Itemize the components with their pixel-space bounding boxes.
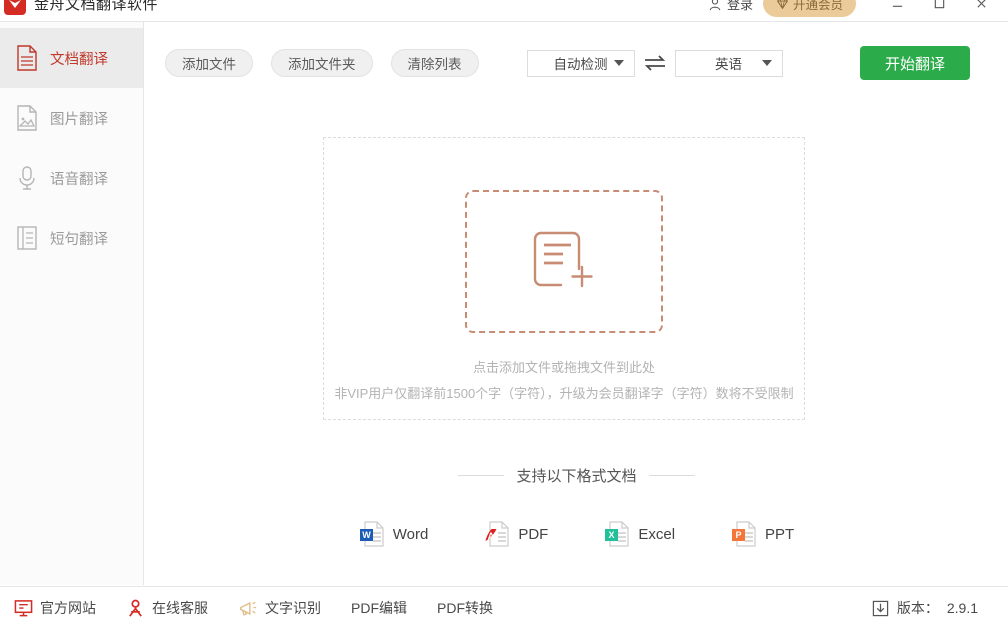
close-icon bbox=[976, 0, 986, 8]
supported-formats-label: 支持以下格式文档 bbox=[516, 468, 637, 485]
source-language-select[interactable]: 自动检测 bbox=[526, 49, 635, 77]
file-dropzone[interactable]: 点击添加文件或拖拽文件到此处 非VIP用户仅翻译前1500个字（字符），升级为会… bbox=[323, 137, 805, 420]
maximize-button[interactable] bbox=[918, 0, 960, 19]
dropzone-inner-target[interactable] bbox=[465, 190, 663, 333]
format-item-ppt: P PPT bbox=[731, 520, 794, 548]
sidebar-item-voice-translate[interactable]: 语音翻译 bbox=[0, 148, 143, 208]
status-item-label: PDF编辑 bbox=[351, 600, 407, 616]
add-folder-button[interactable]: 添加文件夹 bbox=[271, 49, 373, 77]
format-item-excel: X Excel bbox=[604, 520, 675, 548]
svg-text:P: P bbox=[736, 530, 742, 540]
chevron-down-icon bbox=[613, 60, 624, 66]
dropzone-hint-primary: 点击添加文件或拖拽文件到此处 bbox=[472, 360, 655, 375]
status-item-label: 在线客服 bbox=[152, 600, 208, 616]
megaphone-icon bbox=[240, 601, 257, 616]
toolbar: 添加文件 添加文件夹 清除列表 自动检测 英语 开始翻译 bbox=[145, 22, 1008, 104]
sidebar: 文档翻译 图片翻译 语音翻译 短句翻译 bbox=[0, 22, 144, 585]
sidebar-item-document-translate[interactable]: 文档翻译 bbox=[0, 28, 143, 88]
source-language-value: 自动检测 bbox=[553, 57, 608, 72]
format-name: PPT bbox=[765, 525, 795, 543]
sidebar-item-image-translate[interactable]: 图片翻译 bbox=[0, 88, 143, 148]
format-name: Word bbox=[392, 525, 429, 543]
format-item-pdf: A PDF bbox=[484, 520, 548, 548]
sidebar-item-label: 短句翻译 bbox=[50, 231, 108, 248]
text-lines-icon bbox=[17, 226, 37, 250]
document-icon bbox=[17, 45, 37, 71]
close-button[interactable] bbox=[960, 0, 1002, 19]
status-item-pdf-convert[interactable]: PDF转换 bbox=[437, 598, 493, 618]
format-name: PDF bbox=[518, 525, 549, 543]
rule-right bbox=[648, 475, 695, 476]
upgrade-vip-button[interactable]: 开通会员 bbox=[762, 0, 856, 17]
login-label: 登录 bbox=[726, 0, 753, 12]
format-name: Excel bbox=[638, 525, 676, 543]
rule-left bbox=[458, 475, 505, 476]
target-language-select[interactable]: 英语 bbox=[674, 49, 783, 77]
title-bar-right: 登录 开通会员 bbox=[708, 0, 1008, 19]
diamond-icon bbox=[776, 0, 788, 10]
clear-list-button[interactable]: 清除列表 bbox=[390, 49, 479, 77]
add-file-button[interactable]: 添加文件 bbox=[165, 49, 253, 77]
supported-formats-heading: 支持以下格式文档 bbox=[145, 465, 1008, 486]
target-language-value: 英语 bbox=[715, 57, 742, 72]
svg-text:X: X bbox=[609, 530, 615, 540]
status-bar: 官方网站 在线客服 文字识别 PDF编辑 PDF转换 版本： 2.9.1 bbox=[0, 586, 1008, 629]
download-icon bbox=[872, 600, 889, 616]
excel-file-icon: X bbox=[605, 521, 629, 547]
chevron-down-icon bbox=[761, 60, 772, 66]
status-item-official-website[interactable]: 官方网站 bbox=[14, 598, 96, 618]
ppt-file-icon: P bbox=[732, 521, 756, 547]
status-item-label: PDF转换 bbox=[437, 600, 493, 616]
word-file-icon: W bbox=[359, 521, 384, 547]
supported-formats-list: W Word A PDF X Excel P PPT bbox=[145, 520, 1008, 548]
sidebar-item-label: 文档翻译 bbox=[50, 51, 108, 68]
minimize-button[interactable] bbox=[876, 0, 918, 19]
logo-check-icon bbox=[9, 0, 21, 8]
upgrade-vip-label: 开通会员 bbox=[792, 0, 843, 12]
version-label: 版本： bbox=[896, 600, 939, 616]
login-button[interactable]: 登录 bbox=[708, 0, 753, 13]
status-item-pdf-edit[interactable]: PDF编辑 bbox=[351, 598, 407, 618]
sidebar-item-sentence-translate[interactable]: 短句翻译 bbox=[0, 208, 143, 268]
status-item-online-service[interactable]: 在线客服 bbox=[126, 598, 208, 618]
maximize-icon bbox=[934, 0, 944, 9]
status-item-text-recognition[interactable]: 文字识别 bbox=[238, 598, 321, 618]
monitor-icon bbox=[14, 599, 33, 616]
swap-horizontal-icon bbox=[644, 55, 665, 71]
microphone-icon bbox=[19, 166, 35, 190]
format-item-word: W Word bbox=[359, 520, 429, 548]
main-panel: 添加文件 添加文件夹 清除列表 自动检测 英语 开始翻译 点击添加文件或拖拽文件… bbox=[145, 22, 1008, 585]
start-translate-button[interactable]: 开始翻译 bbox=[860, 46, 970, 80]
sidebar-item-label: 语音翻译 bbox=[50, 171, 108, 188]
minimize-icon bbox=[892, 5, 902, 7]
svg-text:W: W bbox=[362, 530, 371, 540]
app-logo-icon bbox=[4, 0, 26, 15]
pdf-file-icon: A bbox=[485, 521, 509, 547]
app-title: 金舟文档翻译软件 bbox=[34, 0, 159, 13]
status-item-label: 官方网站 bbox=[40, 600, 96, 616]
user-icon bbox=[709, 0, 721, 10]
app-window: 金舟文档翻译软件 登录 开通会员 文档翻译 图片翻译 语音翻译 短句翻译 添加文… bbox=[0, 0, 1008, 629]
status-item-label: 文字识别 bbox=[265, 600, 321, 616]
swap-languages-button[interactable] bbox=[635, 55, 675, 71]
version-value: 2.9.1 bbox=[946, 600, 978, 616]
dropzone-hint-secondary: 非VIP用户仅翻译前1500个字（字符），升级为会员翻译字（字符）数将不受限制 bbox=[334, 386, 794, 401]
version-info[interactable]: 版本： 2.9.1 bbox=[872, 598, 978, 618]
sidebar-item-label: 图片翻译 bbox=[50, 111, 108, 128]
person-icon bbox=[129, 599, 142, 617]
image-icon bbox=[17, 105, 37, 131]
svg-text:A: A bbox=[488, 531, 495, 541]
document-plus-icon bbox=[533, 231, 593, 287]
title-bar: 金舟文档翻译软件 登录 开通会员 bbox=[0, 0, 1008, 22]
